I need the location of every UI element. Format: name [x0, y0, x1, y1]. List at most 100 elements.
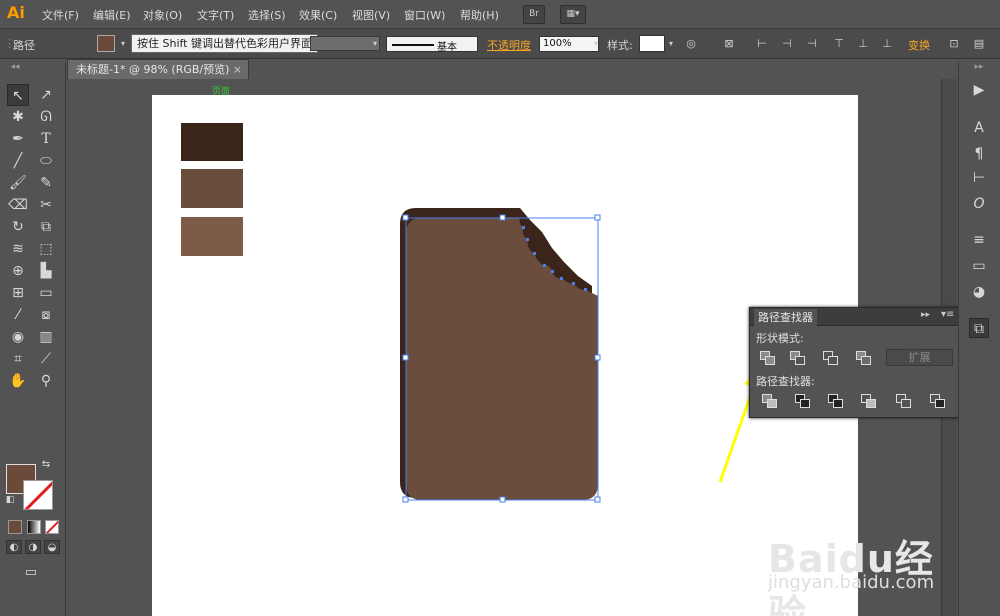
swatch-medium-brown[interactable]	[181, 169, 243, 208]
chevron-down-icon[interactable]: ▾	[368, 37, 382, 51]
align-hcenter-icon[interactable]: ⊣	[780, 37, 794, 51]
none-mode-button[interactable]	[45, 520, 59, 534]
hand-tool-icon[interactable]: ✋	[7, 370, 29, 392]
arrange-documents-button[interactable]: ▦▾	[560, 5, 586, 24]
shape-builder-tool-icon[interactable]: ⊕	[7, 260, 29, 282]
transform-label[interactable]: 变换	[908, 37, 930, 53]
stroke-profile-select[interactable]: 基本	[386, 36, 478, 53]
pencil-tool-icon[interactable]: ✎	[35, 172, 57, 194]
panel-menu-icon[interactable]: ▾≡	[941, 309, 954, 320]
collapse-icon[interactable]: ◂◂	[4, 62, 26, 72]
chevron-down-icon[interactable]: ▾	[589, 37, 603, 51]
menu-window[interactable]: 窗口(W)	[404, 7, 445, 23]
screen-mode-icon[interactable]: ▭	[20, 562, 42, 584]
eyedropper-tool-icon[interactable]: ⁄	[7, 304, 29, 326]
minus-back-button[interactable]	[930, 394, 946, 408]
gradient-mode-button[interactable]	[27, 520, 41, 534]
blob-brush-tool-icon[interactable]: ⌫	[7, 194, 29, 216]
trim-button[interactable]	[795, 394, 811, 408]
align-left-icon[interactable]: ⊢	[755, 37, 769, 51]
pen-tool-icon[interactable]: ✒	[7, 128, 29, 150]
pathfinder-panel-icon[interactable]: ⧉	[969, 318, 989, 338]
swatch-light-brown[interactable]	[181, 217, 243, 256]
column-graph-tool-icon[interactable]: ▥	[35, 326, 57, 348]
opentype-icon[interactable]: O	[969, 194, 989, 214]
bridge-button[interactable]: Br	[523, 5, 545, 24]
zoom-tool-icon[interactable]: ⚲	[35, 370, 57, 392]
pathfinder-tab[interactable]: 路径查找器	[754, 309, 817, 326]
scissors-tool-icon[interactable]: ✂	[35, 194, 57, 216]
paragraph-icon[interactable]: ¶	[969, 144, 989, 164]
bitten-cookie-artwork[interactable]	[392, 200, 612, 510]
chevron-down-icon[interactable]: ▾	[664, 37, 678, 51]
merge-button[interactable]	[828, 394, 844, 408]
align-bottom-icon[interactable]: ⊥	[880, 37, 894, 51]
expand-button[interactable]: 扩展	[886, 349, 953, 366]
expand-dock-icon[interactable]: ▸▸	[969, 62, 989, 72]
direct-selection-tool-icon[interactable]: ↗	[35, 84, 57, 106]
chevron-down-icon[interactable]: ▾	[116, 37, 130, 51]
menu-file[interactable]: 文件(F)	[42, 7, 79, 23]
isolate-icon[interactable]: ⊡	[947, 37, 961, 51]
selection-tool-icon[interactable]: ↖	[7, 84, 29, 106]
warp-tool-icon[interactable]: ≋	[7, 238, 29, 260]
color-mode-button[interactable]	[8, 520, 22, 534]
actions-icon[interactable]: ▶	[969, 80, 989, 100]
menu-select[interactable]: 选择(S)	[248, 7, 286, 23]
minus-front-button[interactable]	[790, 351, 806, 365]
type-tool-icon[interactable]: T	[35, 128, 57, 150]
symbol-sprayer-tool-icon[interactable]: ◉	[7, 326, 29, 348]
draw-inside-icon[interactable]: ◒	[44, 540, 60, 554]
cookie-front-shape[interactable]	[406, 218, 598, 500]
opacity-label[interactable]: 不透明度	[487, 37, 531, 53]
mesh-tool-icon[interactable]: ⊞	[7, 282, 29, 304]
lasso-tool-icon[interactable]: ᘏ	[35, 106, 57, 128]
align-top-icon[interactable]: ⊤	[832, 37, 846, 51]
ellipse-tool-icon[interactable]: ⬭	[35, 150, 57, 172]
fill-color-swatch[interactable]	[97, 35, 115, 52]
graphic-style-swatch[interactable]	[639, 35, 665, 52]
align-right-icon[interactable]: ⊣	[805, 37, 819, 51]
outline-button[interactable]	[896, 394, 912, 408]
draw-normal-icon[interactable]: ◐	[6, 540, 22, 554]
recolor-artwork-icon[interactable]: ◎	[684, 37, 698, 51]
menu-view[interactable]: 视图(V)	[352, 7, 390, 23]
line-tool-icon[interactable]: ╱	[7, 150, 29, 172]
character-icon[interactable]: A	[969, 118, 989, 138]
document-tab[interactable]: 未标题-1* @ 98% (RGB/预览) ×	[67, 59, 249, 79]
collapse-panel-icon[interactable]: ▸▸	[921, 310, 930, 320]
menu-object[interactable]: 对象(O)	[143, 7, 182, 23]
menu-effect[interactable]: 效果(C)	[299, 7, 337, 23]
stroke-color-box[interactable]	[23, 480, 53, 510]
scale-tool-icon[interactable]: ⧉	[35, 216, 57, 238]
gradient-panel-icon[interactable]: ▭	[969, 256, 989, 276]
unite-button[interactable]	[760, 351, 776, 365]
swatch-dark-brown[interactable]	[181, 123, 243, 161]
exclude-button[interactable]	[856, 351, 872, 365]
magic-wand-tool-icon[interactable]: ✱	[7, 106, 29, 128]
menu-type[interactable]: 文字(T)	[197, 7, 234, 23]
close-icon[interactable]: ×	[233, 60, 242, 79]
gradient-tool-icon[interactable]: ▭	[35, 282, 57, 304]
blend-tool-icon[interactable]: ⧇	[35, 304, 57, 326]
intersect-button[interactable]	[823, 351, 839, 365]
align-to-icon[interactable]: ⊠	[722, 37, 736, 51]
swap-colors-icon[interactable]: ⇆	[38, 458, 54, 472]
paintbrush-tool-icon[interactable]: 🖌	[7, 172, 29, 194]
graph-tool-icon[interactable]: ▙	[35, 260, 57, 282]
artboard-tool-icon[interactable]: ⌗	[7, 348, 29, 370]
stroke-panel-icon[interactable]: ≡	[969, 230, 989, 250]
rotate-tool-icon[interactable]: ↻	[7, 216, 29, 238]
draw-behind-icon[interactable]: ◑	[25, 540, 41, 554]
align-panel-icon[interactable]: ⊢	[969, 168, 989, 188]
slice-tool-icon[interactable]: ⟋	[35, 348, 57, 370]
transparency-panel-icon[interactable]: ◕	[969, 282, 989, 302]
default-colors-icon[interactable]: ◧	[4, 494, 16, 506]
crop-button[interactable]	[861, 394, 877, 408]
menu-edit[interactable]: 编辑(E)	[93, 7, 131, 23]
align-vcenter-icon[interactable]: ⊥	[856, 37, 870, 51]
divide-button[interactable]	[762, 394, 778, 408]
free-transform-tool-icon[interactable]: ⬚	[35, 238, 57, 260]
menu-help[interactable]: 帮助(H)	[460, 7, 499, 23]
more-options-icon[interactable]: ▤	[972, 37, 986, 51]
